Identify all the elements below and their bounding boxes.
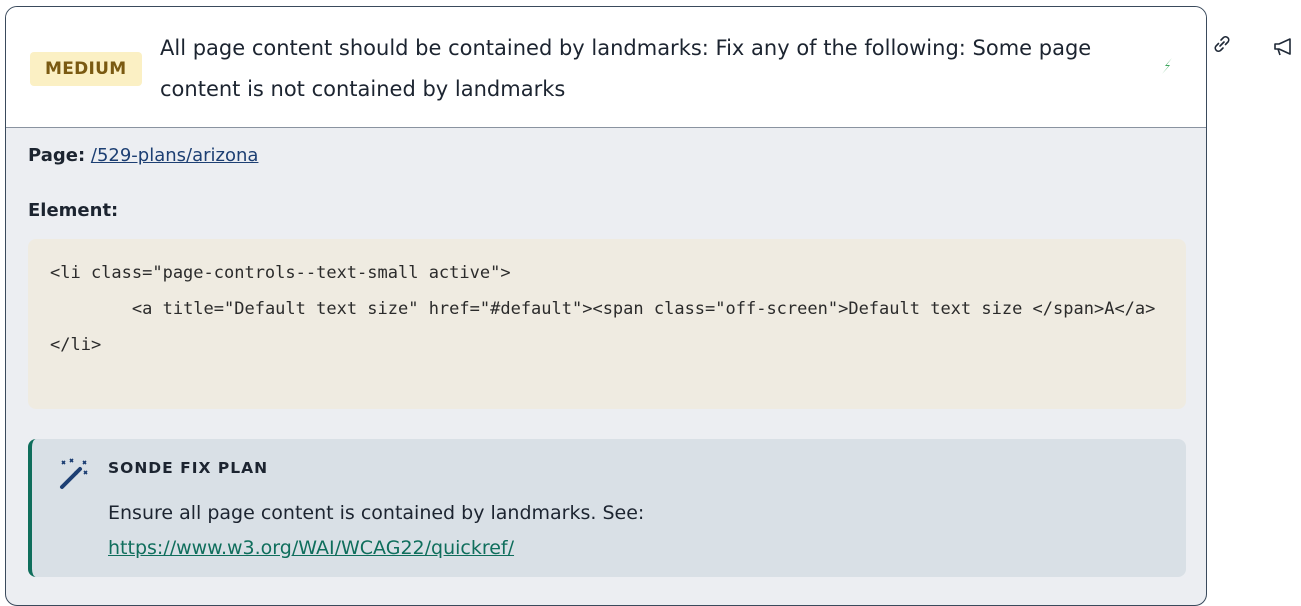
page-label: Page:	[28, 145, 86, 166]
fix-plan-panel: SONDE FIX PLAN Ensure all page content i…	[28, 439, 1186, 577]
issue-header: MEDIUM All page content should be contai…	[6, 7, 1206, 128]
bolt-icon[interactable]	[1156, 55, 1178, 77]
element-code-block: <li class="page-controls--text-small act…	[28, 239, 1186, 409]
fix-plan-heading: SONDE FIX PLAN	[108, 459, 269, 477]
severity-badge: MEDIUM	[30, 52, 142, 86]
fix-plan-link[interactable]: https://www.w3.org/WAI/WCAG22/quickref/	[108, 537, 514, 559]
magic-wand-icon	[56, 457, 94, 493]
element-label: Element:	[28, 200, 119, 221]
megaphone-icon[interactable]	[1272, 36, 1296, 62]
fix-plan-text: Ensure all page content is contained by …	[108, 496, 644, 566]
fix-plan-description: Ensure all page content is contained by …	[108, 502, 645, 524]
link-icon[interactable]	[1210, 32, 1234, 60]
issue-card: MEDIUM All page content should be contai…	[5, 6, 1207, 606]
page-line: Page: /529-plans/arizona	[28, 145, 258, 166]
issue-title: All page content should be contained by …	[160, 36, 1092, 101]
page-link[interactable]: /529-plans/arizona	[91, 145, 259, 166]
